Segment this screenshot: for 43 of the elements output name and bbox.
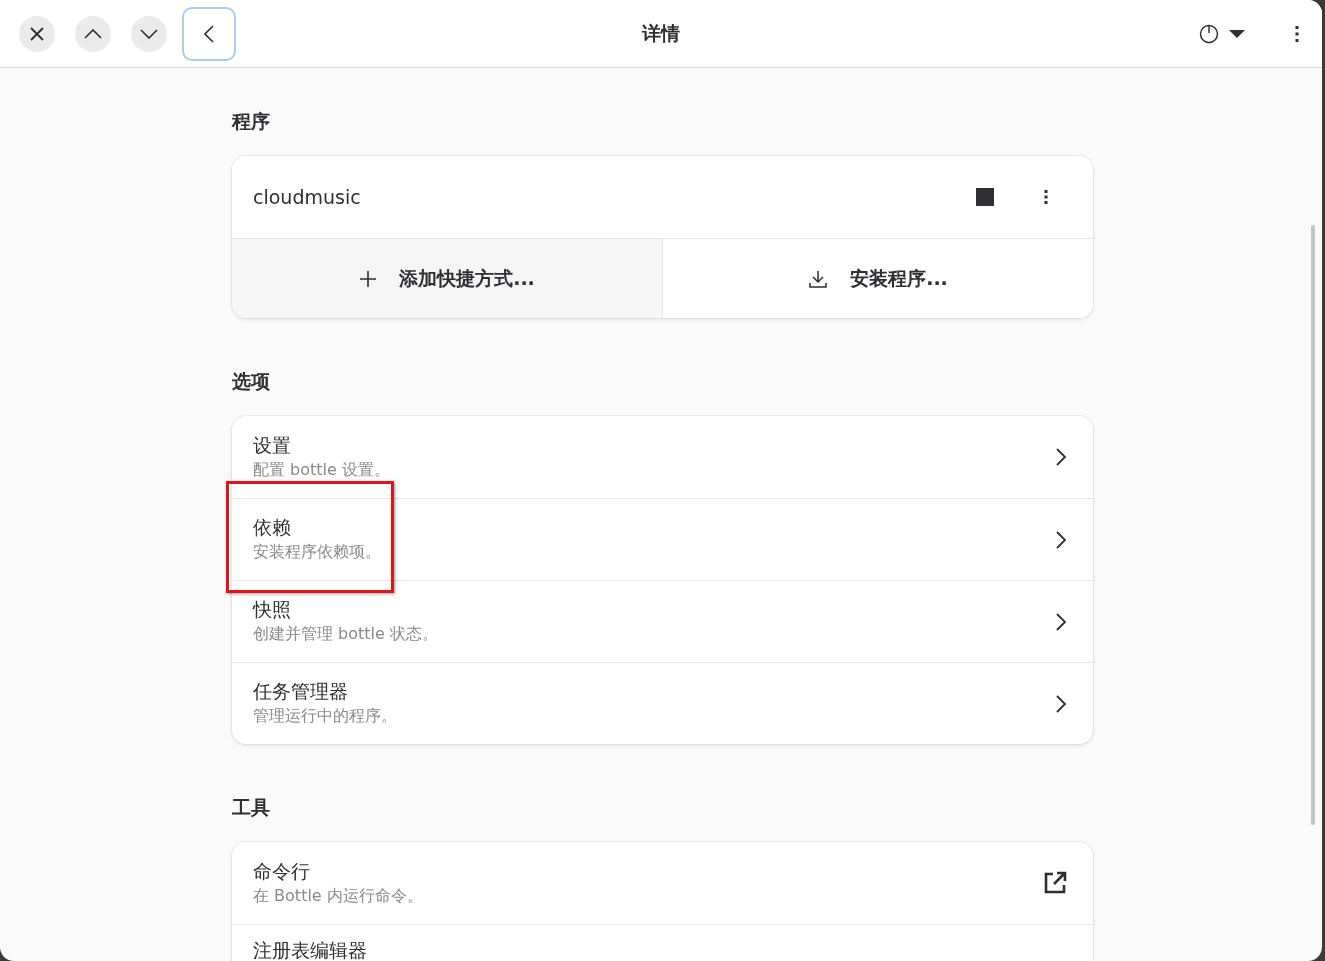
section-heading: 选项 [232, 369, 271, 394]
download-icon [808, 268, 829, 289]
row-subtitle: 配置 bottle 设置。 [253, 459, 390, 481]
chevron-right-icon [1055, 529, 1067, 550]
row-subtitle: 安装程序依赖项。 [253, 542, 381, 563]
row-title: 设置 [253, 433, 292, 456]
menu-icon [1295, 25, 1299, 42]
list-row[interactable]: 设置 配置 bottle 设置。 [232, 416, 1093, 498]
row-title: 注册表编辑器 [253, 939, 367, 961]
back-icon [204, 24, 214, 43]
row-title: 快照 [253, 598, 292, 620]
row-title: 依赖 [253, 516, 292, 538]
section-heading: 工具 [232, 795, 271, 820]
window-title: 详情 [642, 21, 680, 46]
chevron-down-icon [140, 28, 158, 39]
chevron-right-icon [1055, 693, 1067, 714]
down-button[interactable] [131, 15, 167, 52]
more-options-icon[interactable] [1044, 190, 1048, 204]
list-row[interactable]: 注册表编辑器 [232, 924, 1093, 961]
action-button[interactable]: 安装程序... [663, 239, 1093, 318]
close-button[interactable] [19, 15, 55, 52]
caret-down-icon [1229, 29, 1245, 38]
chevron-right-icon [1055, 447, 1067, 467]
program-name: cloudmusic [253, 186, 361, 208]
list-row[interactable]: 依赖 安装程序依赖项。 [232, 498, 1093, 580]
chevron-up-icon [84, 28, 102, 39]
up-button[interactable] [75, 15, 111, 52]
external-link-icon [1043, 871, 1067, 895]
scrollbar[interactable] [1311, 225, 1315, 825]
row-title: 任务管理器 [253, 680, 349, 702]
list-row[interactable]: 任务管理器 管理运行中的程序。 [232, 662, 1093, 744]
close-icon [29, 25, 45, 42]
row-subtitle: 管理运行中的程序。 [253, 706, 397, 727]
row-title: 命令行 [253, 859, 311, 882]
row-subtitle: 创建并管理 bottle 状态。 [253, 624, 438, 645]
section-heading: 程序 [232, 109, 271, 134]
chevron-right-icon [1055, 611, 1067, 632]
row-subtitle: 在 Bottle 内运行命令。 [253, 885, 423, 907]
power-icon [1199, 23, 1219, 44]
list-row[interactable]: 命令行 在 Bottle 内运行命令。 [232, 842, 1093, 924]
plus-icon [359, 269, 378, 288]
list-row[interactable]: 快照 创建并管理 bottle 状态。 [232, 580, 1093, 662]
action-button[interactable]: 添加快捷方式... [232, 239, 663, 318]
